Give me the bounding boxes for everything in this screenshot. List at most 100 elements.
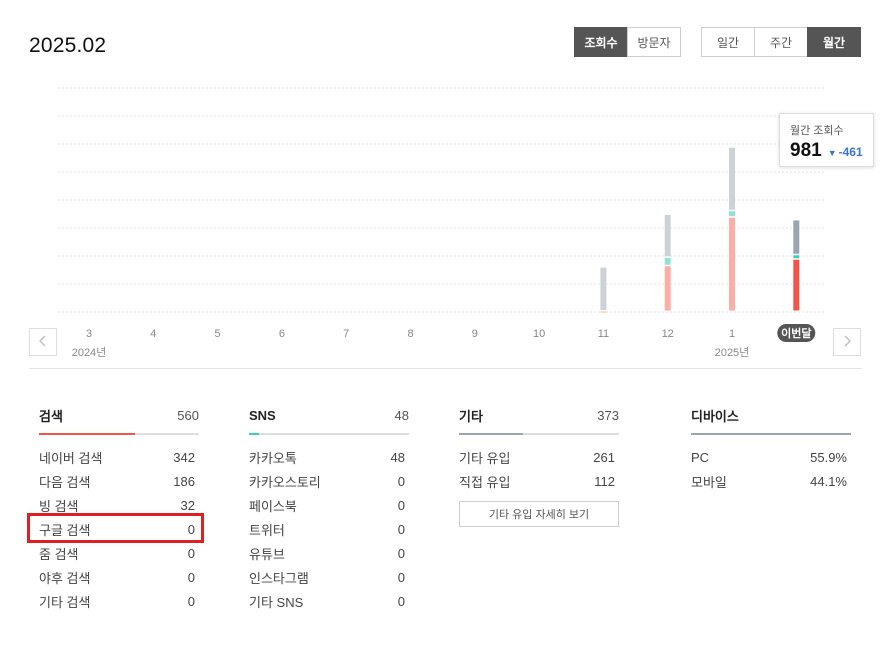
year-label: 2025년	[715, 346, 750, 359]
bar-etc[interactable]	[600, 267, 607, 311]
range-daily-button[interactable]: 일간	[701, 27, 755, 57]
bar-etc[interactable]	[664, 214, 671, 257]
x-tick-label[interactable]: 7	[343, 328, 349, 340]
device-panel-title: 디바이스	[691, 408, 739, 424]
search-share-fill	[39, 433, 135, 435]
search-row-value: 0	[187, 593, 195, 609]
sns-row-value: 0	[397, 497, 405, 513]
sns-panel: SNS 48 카카오톡 48 카카오스토리 0 페이스북 0 트위터 0 유튜브 0 인스타그램 0 기…	[249, 405, 409, 613]
bar-sns[interactable]	[729, 211, 735, 217]
sns-row-label: 페이스북	[249, 498, 297, 514]
search-row-label: 네이버 검색	[39, 450, 103, 466]
year-label: 2024년	[72, 346, 107, 359]
etc-panel: 기타 373 기타 유입 261 직접 유입 112 기타 유입 자세히 보기	[459, 405, 619, 527]
device-row-value: 44.1%	[810, 473, 847, 489]
x-tick-label[interactable]: 1	[729, 328, 735, 340]
bar-search[interactable]	[600, 311, 607, 313]
tooltip-label: 월간 조회수	[790, 125, 844, 137]
range-weekly-button[interactable]: 주간	[754, 27, 808, 57]
x-tick-label[interactable]: 이번달	[781, 326, 811, 340]
tooltip-delta-value: -461	[838, 145, 863, 159]
search-share-bar	[39, 433, 199, 435]
search-panel: 검색 560 네이버 검색 342 다음 검색 186 빙 검색 32 구글 검색 0 줌 검색…	[39, 405, 199, 613]
google-search-highlight	[27, 513, 204, 543]
sns-row: 카카오톡 48	[249, 445, 409, 469]
x-tick-label[interactable]: 3	[86, 328, 92, 340]
bar-search[interactable]	[793, 259, 800, 311]
search-row: 네이버 검색 342	[39, 445, 199, 469]
bar-sns[interactable]	[664, 257, 671, 265]
bar-search[interactable]	[729, 217, 735, 311]
x-tick-label[interactable]: 4	[150, 328, 156, 340]
device-row: 모바일 44.1%	[691, 469, 851, 493]
etc-row: 기타 유입 261	[459, 445, 619, 469]
sns-share-bar	[249, 433, 409, 435]
metric-visitors-button[interactable]: 방문자	[627, 27, 681, 57]
sns-row-label: 카카오스토리	[249, 474, 321, 490]
x-tick-label[interactable]: 5	[215, 328, 221, 340]
bar-sns[interactable]	[793, 255, 800, 259]
etc-rows: 기타 유입 261 직접 유입 112	[459, 445, 619, 493]
device-row-label: PC	[691, 449, 710, 465]
bar-etc[interactable]	[729, 147, 735, 210]
search-row-label: 야후 검색	[39, 570, 91, 586]
sns-row-label: 트위터	[249, 522, 285, 538]
search-row-value: 0	[187, 569, 195, 585]
chart-prev-button[interactable]	[29, 328, 57, 356]
device-row-label: 모바일	[691, 474, 727, 490]
search-row: 야후 검색 0	[39, 565, 199, 589]
search-row-label: 기타 검색	[39, 594, 91, 610]
search-row-label: 다음 검색	[39, 474, 91, 490]
etc-share-fill	[459, 433, 523, 435]
bar-search[interactable]	[664, 266, 671, 311]
device-rows: PC 55.9% 모바일 44.1%	[691, 445, 851, 493]
etc-row-label: 기타 유입	[459, 450, 511, 466]
bar-etc[interactable]	[793, 220, 800, 254]
etc-row: 직접 유입 112	[459, 469, 619, 493]
x-tick-label[interactable]: 11	[598, 328, 609, 340]
sns-row-value: 0	[397, 545, 405, 561]
chevron-right-icon	[843, 335, 851, 350]
search-panel-total: 560	[177, 407, 199, 423]
metric-toggle: 조회수 방문자	[574, 27, 681, 57]
x-tick-label[interactable]: 10	[533, 328, 545, 340]
search-row-label: 빙 검색	[39, 498, 79, 514]
period-title: 2025.02	[29, 34, 107, 57]
sns-row-value: 0	[397, 521, 405, 537]
sns-row-value: 0	[397, 569, 405, 585]
x-tick-label[interactable]: 6	[279, 328, 285, 340]
etc-share-bar	[459, 433, 619, 435]
sns-row: 페이스북 0	[249, 493, 409, 517]
chart-next-button[interactable]	[833, 328, 861, 356]
sns-row: 트위터 0	[249, 517, 409, 541]
etc-row-value: 112	[594, 473, 615, 489]
search-row: 줌 검색 0	[39, 541, 199, 565]
tooltip-delta: ▼ -461	[828, 145, 863, 159]
sns-row-value: 0	[397, 593, 405, 609]
etc-row-label: 직접 유입	[459, 474, 511, 490]
chevron-left-icon	[39, 335, 47, 350]
etc-detail-button[interactable]: 기타 유입 자세히 보기	[459, 501, 619, 527]
x-tick-label[interactable]: 8	[407, 328, 413, 340]
search-row-value: 342	[173, 449, 195, 465]
x-tick-label[interactable]: 12	[662, 328, 674, 340]
sns-row-label: 유튜브	[249, 546, 285, 562]
x-tick-label[interactable]: 9	[472, 328, 478, 340]
range-monthly-button[interactable]: 월간	[807, 27, 861, 57]
sns-row-value: 0	[397, 473, 405, 489]
range-toggle: 일간 주간 월간	[701, 27, 861, 57]
sns-row-label: 기타 SNS	[249, 594, 304, 610]
device-share-fill	[691, 433, 851, 435]
search-row-label: 줌 검색	[39, 546, 79, 562]
metric-views-button[interactable]: 조회수	[574, 27, 628, 57]
sns-panel-title: SNS	[249, 407, 276, 423]
search-row-value: 186	[173, 473, 195, 489]
sns-row: 유튜브 0	[249, 541, 409, 565]
search-panel-title: 검색	[39, 408, 63, 424]
views-chart: 3 4 5 6 7 8 9 10 11 12 1 이번달 2024년 2025년	[0, 80, 884, 370]
sns-row: 기타 SNS 0	[249, 589, 409, 613]
sns-row-label: 인스타그램	[249, 570, 309, 586]
etc-row-value: 261	[593, 449, 615, 465]
search-row-value: 0	[187, 545, 195, 561]
device-row-value: 55.9%	[810, 449, 847, 465]
